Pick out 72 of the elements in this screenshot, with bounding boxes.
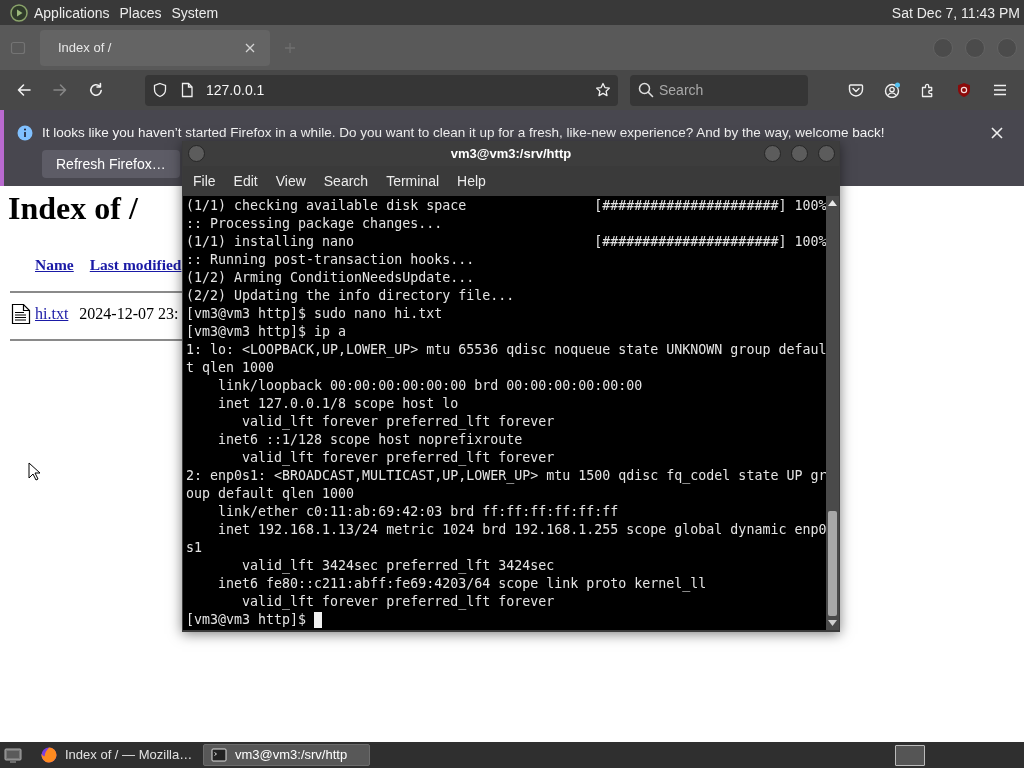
terminal-line: (1/1) installing nano [######################] 100% [186,233,827,251]
page-icon[interactable] [180,82,194,98]
terminal-line: 2: enp0s1: <BROADCAST,MULTICAST,UP,LOWER_UP> mtu 1500 qdisc fq_codel state UP gr [186,467,827,485]
menu-item[interactable]: View [266,171,315,191]
menu-item[interactable]: Places [119,2,162,23]
menu-item[interactable]: System [171,2,219,23]
menu-item[interactable]: File [184,171,225,191]
terminal-line: link/loopback 00:00:00:00:00:00 brd 00:00:00:00:00:00 [217,377,643,395]
text-file-icon [11,303,31,325]
modified-date: 2024-12-07 23: [79,304,179,324]
terminal-icon [211,747,227,763]
terminal-line: inet 192.168.1.13/24 metric 1024 brd 192.168.1.255 scope global dynamic enp0 [217,521,827,539]
file-link[interactable]: hi.txt [35,302,69,326]
column-header-link[interactable]: Last modified [89,253,182,277]
menu-item[interactable]: Applications [34,2,110,23]
search-input[interactable]: Search [659,80,800,100]
terminal-line: [vm3@vm3 http]$ sudo nano hi.txt [186,305,443,323]
workspace-switcher[interactable] [895,744,925,766]
terminal-line: (1/1) checking available disk space [######################] 100% [186,197,827,215]
clock: Sat Dec 7, 11:43 PM [891,3,1020,23]
terminal-line: (1/2) Arming ConditionNeedsUpdate... [186,269,475,287]
terminal-line: [vm3@vm3 http]$ [186,611,307,629]
terminal-line: oup default qlen 1000 [186,485,355,503]
search-box[interactable]: Search [630,74,808,106]
info-icon [17,125,33,141]
back-arrow-icon[interactable] [16,82,32,98]
terminal-line: s1 [186,539,202,557]
close-icon[interactable] [244,41,256,54]
terminal-line: valid_lft forever preferred_lft forever [241,413,555,431]
column-header-link[interactable]: Name [35,253,74,277]
terminal-line: valid_lft forever preferred_lft forever [241,593,555,611]
search-icon [638,82,654,98]
terminal-line: link/ether c0:11:ab:69:42:03 brd ff:ff:ff:ff:ff:ff [217,503,619,521]
scrollbar-thumb[interactable] [828,511,837,616]
terminal-line: valid_lft 3424sec preferred_lft 3424sec [241,557,555,575]
menu-item[interactable]: Edit [224,171,267,191]
menu-item[interactable]: Terminal [377,171,449,191]
terminal-line: 1: lo: <LOOPBACK,UP,LOWER_UP> mtu 65536 qdisc noqueue state UNKNOWN group defaul [186,341,827,359]
scrollbar[interactable] [826,196,839,630]
reload-icon[interactable] [88,82,104,98]
down-arrow-icon[interactable] [828,620,837,626]
mouse-pointer-icon [28,462,40,481]
terminal-line: (2/2) Updating the info directory file... [186,287,515,305]
taskbar-button[interactable]: vm3@vm3:/srv/http [203,744,370,766]
url-input[interactable]: 127.0.0.1 [206,80,587,100]
account-icon[interactable] [884,82,900,98]
extension-shield-icon[interactable] [956,82,972,98]
shield-icon[interactable] [152,82,168,98]
menu-item[interactable]: Search [314,171,378,191]
terminal-line: :: Processing package changes... [186,215,443,233]
star-icon[interactable] [595,82,611,98]
pouch-icon[interactable] [848,82,864,98]
browser-tab[interactable]: Index of / [40,29,270,66]
terminal-line: t qlen 1000 [186,359,275,377]
notification-message: It looks like you haven’t started Firefox in a while. Do you want to clean it up for a fresh, like-new experience? And by the way, welcome back! [42,125,885,140]
terminal-line: inet6 fe80::c211:abff:fe69:4203/64 scope link proto kernel_ll [217,575,707,593]
terminal-line: :: Running post-transaction hooks... [186,251,475,269]
menu-icon[interactable] [992,82,1008,98]
menu-item[interactable]: Help [448,171,495,191]
logo-icon[interactable] [10,3,28,22]
page-heading: Index of / [8,190,138,226]
up-arrow-icon[interactable] [828,200,837,206]
terminal-line: [vm3@vm3 http]$ ip a [186,323,347,341]
refresh-button[interactable]: Refresh Firefox… [42,150,180,178]
address-bar[interactable]: 127.0.0.1 [145,74,618,106]
window-title: vm3@vm3:/srv/http [449,144,573,163]
app-logo-icon [41,747,57,763]
terminal-line: inet 127.0.0.1/8 scope host lo [217,395,459,413]
terminal-line: inet6 ::1/128 scope host noprefixroute [217,431,523,449]
taskbar-button[interactable]: Index of / — Mozilla… [33,744,200,766]
desktop-icon[interactable] [4,747,22,763]
terminal-line: valid_lft forever preferred_lft forever [241,449,555,467]
